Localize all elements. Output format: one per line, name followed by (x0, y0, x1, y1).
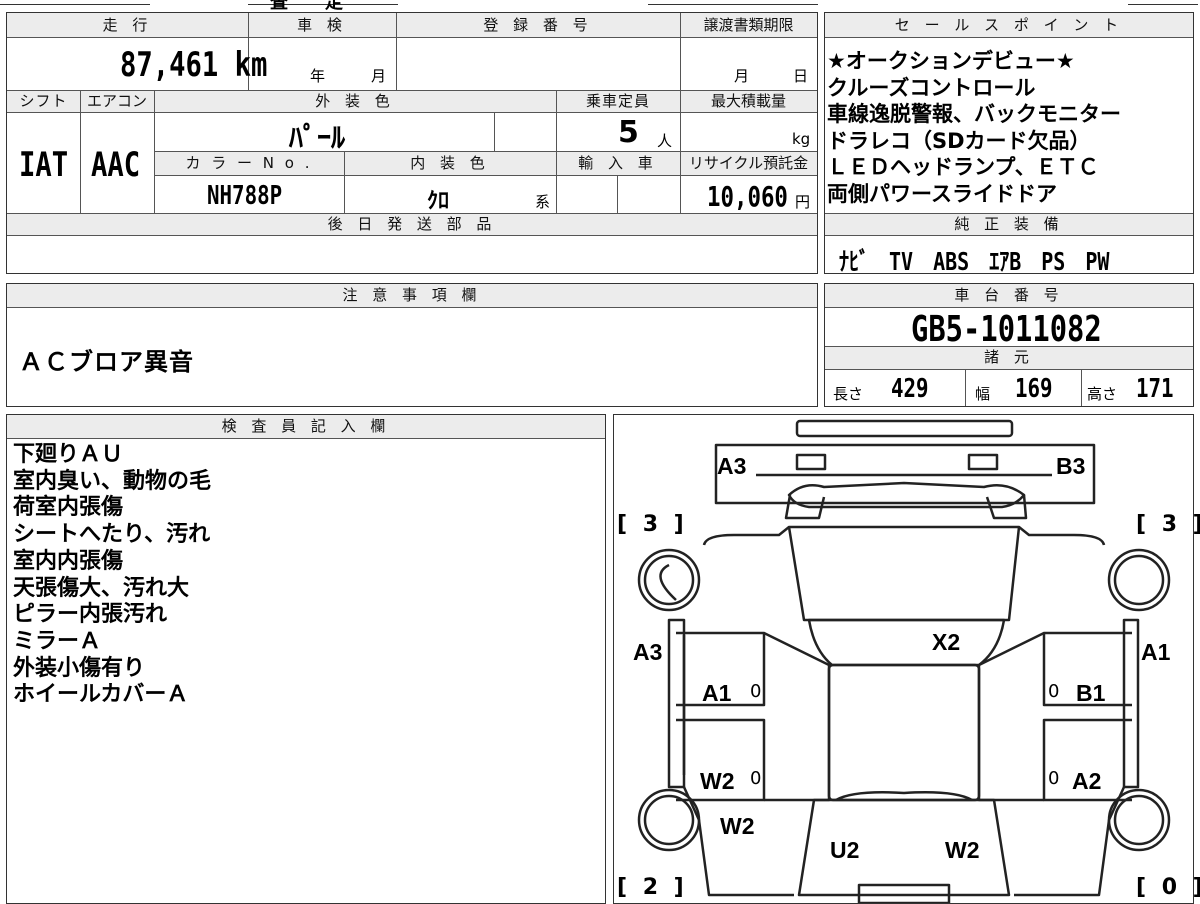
code-rear-left-quarter: W2 (720, 813, 755, 839)
height-label: 高さ (1087, 385, 1118, 403)
inspector-note: 荷室内張傷 (13, 495, 124, 521)
inspection-label: 車 検 (297, 16, 347, 34)
code-right-side: A1 (1141, 639, 1171, 665)
code-windshield: X2 (932, 629, 961, 655)
max-load-label: 最大積載量 (710, 92, 786, 110)
sales-points-label: セ ー ル ス ポ イ ン ト (894, 16, 1124, 34)
inspector-label: 検 査 員 記 入 欄 (221, 417, 391, 435)
inspector-note: 室内内張傷 (13, 548, 124, 574)
sales-point-item: クルーズコントロール (827, 75, 1036, 100)
chassis-panel: 車 台 番 号 GB5-1011082 諸 元 長さ 429 幅 169 高さ … (824, 283, 1194, 407)
chassis-number: GB5-1011082 (911, 309, 1102, 350)
aircon-value: AAC (91, 145, 141, 185)
dimensions-label: 諸 元 (984, 348, 1034, 366)
notes-text: ＡＣブロア異音 (19, 348, 194, 376)
shift-label: シフト (19, 92, 68, 110)
sales-point-item: 両側パワースライドドア (827, 181, 1057, 206)
transfer-deadline-label: 譲渡書類期限 (703, 16, 794, 34)
capacity-unit: 人 (657, 132, 673, 150)
inspector-note: ホイールカバーＡ (13, 682, 189, 708)
inspector-note: シートへたり、汚れ (13, 522, 211, 548)
chassis-label: 車 台 番 号 (954, 286, 1064, 304)
code-front-left: A3 (717, 453, 747, 479)
tire-rear-left: [ 2 ] (617, 875, 688, 900)
mileage-value: 87,461 km (120, 45, 268, 85)
inspector-note: 天張傷大、汚れ大 (13, 575, 190, 601)
code-rear-right-door: A2 (1072, 768, 1102, 794)
zero-mark: 0 (1048, 681, 1060, 702)
color-no-value: NH788P (207, 181, 283, 211)
inspection-year-unit: 年 (310, 67, 326, 85)
exterior-color-value: ﾊﾟｰﾙ (289, 121, 346, 154)
recycle-value: 10,060 (707, 180, 788, 213)
inspector-note: 下廻りＡＵ (13, 442, 124, 467)
interior-color-label: 内 装 色 (410, 154, 490, 172)
equipment-label: 純 正 装 備 (954, 215, 1064, 233)
height-value: 171 (1136, 374, 1174, 404)
inspector-note: 室内臭い、動物の毛 (13, 468, 212, 494)
inspector-panel: 検 査 員 記 入 欄 下廻りＡＵ 室内臭い、動物の毛 荷室内張傷 シートへたり… (6, 414, 606, 904)
zero-mark: 0 (1048, 768, 1060, 789)
capacity-label: 乗車定員 (585, 92, 650, 110)
sales-point-item: ＬＥＤヘッドランプ、ＥＴＣ (827, 155, 1099, 179)
car-outline-diagram (637, 419, 1171, 903)
width-value: 169 (1015, 374, 1053, 404)
width-label: 幅 (975, 385, 991, 403)
notes-panel: 注 意 事 項 欄 ＡＣブロア異音 (6, 283, 818, 407)
sales-points-panel: セ ー ル ス ポ イ ン ト 純 正 装 備 ★オークションデビュー★ クルー… (824, 12, 1194, 276)
code-rear-left-door: W2 (700, 768, 735, 794)
sales-point-item: 車線逸脱警報、バックモニター (827, 102, 1121, 126)
registration-label: 登 録 番 号 (483, 16, 593, 34)
code-left-side: A3 (633, 639, 663, 665)
car-diagram-panel: A3 B3 [ 3 ] [ 3 ] A3 A1 X2 A1 0 0 B1 W2 … (613, 414, 1200, 904)
inspector-note: ミラーＡ (13, 628, 102, 654)
basic-info-panel: 走 行 車 検 登 録 番 号 譲渡書類期限 87,461 km 年 月 月 日… (6, 12, 818, 274)
tire-rear-right: [ 0 ] (1136, 875, 1200, 900)
recycle-label: リサイクル預託金 (688, 154, 809, 172)
aircon-label: エアコン (86, 92, 147, 110)
inspector-notes-list: 下廻りＡＵ 室内臭い、動物の毛 荷室内張傷 シートへたり、汚れ 室内内張傷 天張… (13, 442, 211, 709)
zero-mark: 0 (750, 768, 762, 789)
inspection-month-unit: 月 (371, 67, 387, 85)
code-front-right: B3 (1056, 453, 1086, 479)
equipment-value: ﾅﾋﾞ TV ABS ｴｱB PS PW (839, 247, 1110, 276)
sales-point-item: ★オークションデビュー★ (827, 49, 1075, 73)
length-value: 429 (891, 374, 929, 404)
interior-color-suffix: 系 (535, 193, 551, 211)
transfer-month-unit: 月 (734, 67, 750, 85)
inspector-note: 外装小傷有り (13, 655, 146, 681)
sales-point-item: ドラレコ（SDカード欠品） (827, 128, 1091, 153)
sales-points-list: ★オークションデビュー★ クルーズコントロール 車線逸脱警報、バックモニター ド… (827, 48, 1121, 207)
shift-value: IAT (19, 145, 69, 185)
code-front-left-door: A1 (702, 680, 732, 706)
color-no-label: カ ラ ー N o . (185, 154, 313, 172)
tire-front-right: [ 3 ] (1136, 512, 1200, 537)
transfer-day-unit: 日 (793, 67, 809, 85)
capacity-value: 5 (618, 115, 639, 150)
interior-color-value: ｸﾛ (427, 189, 450, 214)
later-parts-label: 後 日 発 送 部 品 (327, 215, 497, 233)
code-rear-right: W2 (945, 837, 980, 863)
code-front-right-door: B1 (1076, 680, 1106, 706)
import-label: 輸 入 車 (578, 154, 658, 172)
mileage-label: 走 行 (102, 16, 153, 34)
max-load-unit: kg (792, 130, 811, 148)
code-rear-center: U2 (830, 837, 860, 863)
inspector-note: ピラー内張汚れ (13, 602, 168, 628)
tire-front-left: [ 3 ] (617, 512, 688, 537)
length-label: 長さ (833, 385, 864, 403)
recycle-unit: 円 (795, 193, 811, 211)
zero-mark: 0 (750, 681, 762, 702)
notes-label: 注 意 事 項 欄 (342, 286, 482, 304)
exterior-color-label: 外 装 色 (315, 92, 395, 110)
